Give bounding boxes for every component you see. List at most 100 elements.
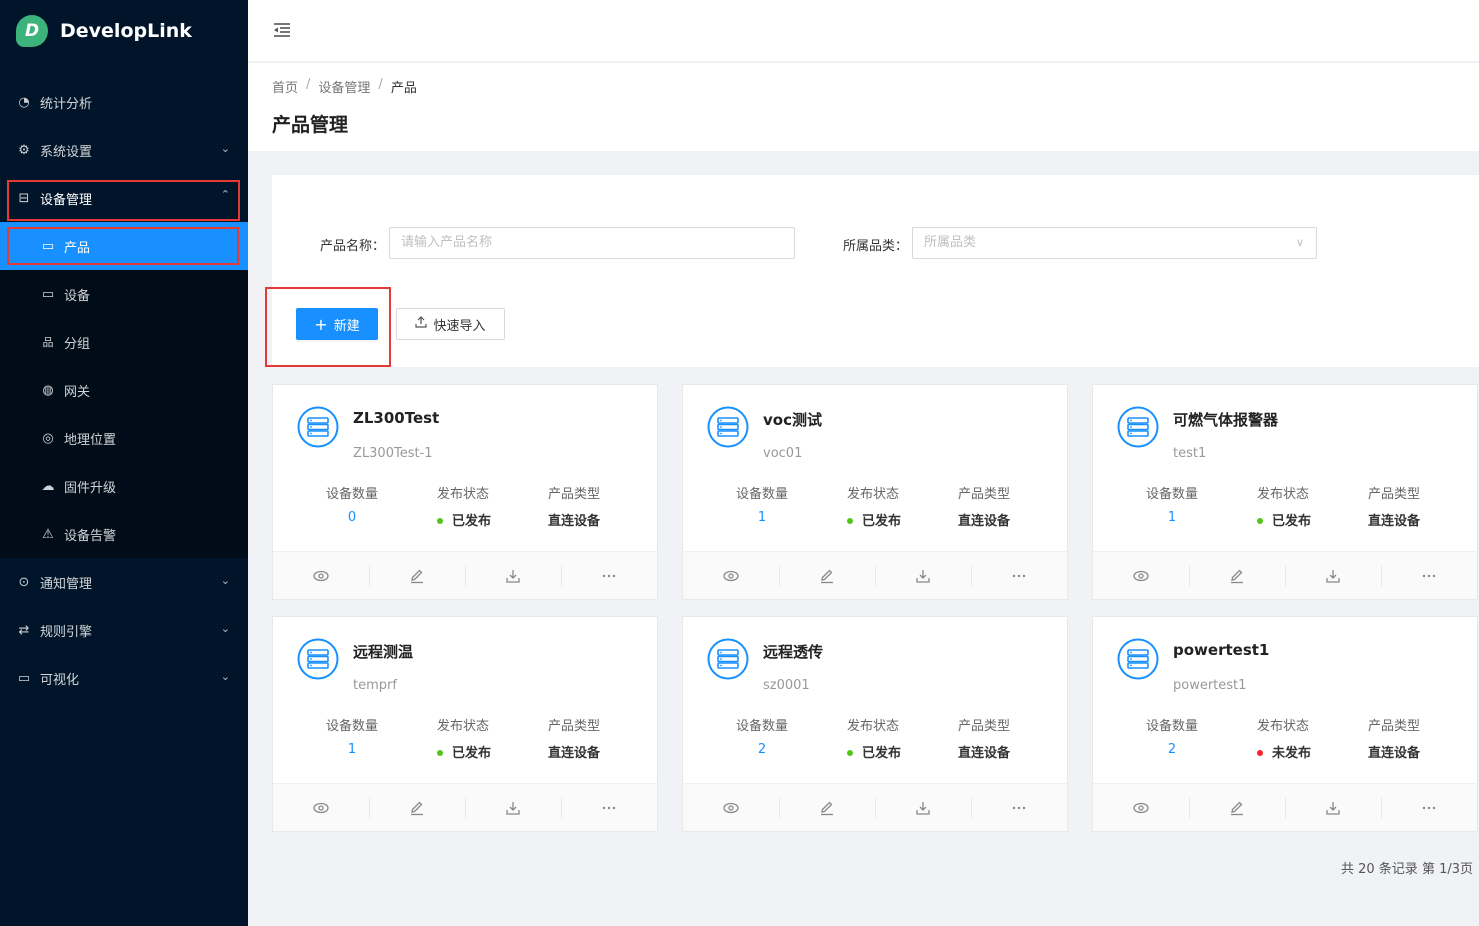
menu-item-label: 可视化 xyxy=(40,672,80,688)
eye-icon[interactable] xyxy=(683,552,779,599)
product-code: voc01 xyxy=(763,446,803,461)
category-select[interactable]: 所属品类 ∨ xyxy=(912,227,1317,259)
status-dot xyxy=(437,517,443,524)
download-icon[interactable] xyxy=(465,552,561,599)
menu-item-rule-engine[interactable]: ⇄ 规则引擎 ⌄ xyxy=(0,606,248,654)
app-logo[interactable]: D DevelopLink xyxy=(0,0,248,62)
sub-item-label: 地理位置 xyxy=(64,432,117,448)
eye-icon[interactable] xyxy=(1093,784,1189,831)
desktop-icon: ▭ xyxy=(41,286,55,302)
breadcrumb-separator: / xyxy=(306,77,311,92)
alert-icon: ⚠ xyxy=(42,526,54,542)
status-dot xyxy=(847,517,853,524)
publish-status-value: 未发布 xyxy=(1257,742,1311,761)
download-icon[interactable] xyxy=(465,784,561,831)
sub-item-label: 分组 xyxy=(64,336,91,352)
product-card[interactable]: 远程透传 sz0001 设备数量 2 发布状态 已发布 产品类型 直连设备 xyxy=(682,616,1068,832)
sub-item-group[interactable]: 品 分组 xyxy=(0,318,248,366)
edit-icon[interactable] xyxy=(369,552,465,599)
product-type-stat: 产品类型 直连设备 xyxy=(958,715,1010,761)
eye-icon[interactable] xyxy=(683,784,779,831)
publish-status-text: 已发布 xyxy=(862,514,902,529)
publish-status-stat: 发布状态 已发布 xyxy=(847,715,901,761)
eye-icon[interactable] xyxy=(273,552,369,599)
card-actions xyxy=(273,551,657,599)
product-icon xyxy=(1117,638,1159,680)
product-type-value: 直连设备 xyxy=(548,514,601,529)
stat-label: 产品类型 xyxy=(1368,487,1421,502)
upload-icon xyxy=(415,316,428,332)
product-icon xyxy=(707,406,749,448)
sub-item-device-alert[interactable]: ⚠ 设备告警 xyxy=(0,510,248,558)
download-icon[interactable] xyxy=(875,784,971,831)
product-type-value: 直连设备 xyxy=(958,514,1011,529)
device-count-value[interactable]: 1 xyxy=(1146,510,1198,525)
edit-icon[interactable] xyxy=(779,552,875,599)
breadcrumb: 首页 / 设备管理 / 产品 xyxy=(272,77,1455,96)
menu-fold-icon[interactable] xyxy=(272,20,292,40)
more-icon[interactable] xyxy=(971,552,1067,599)
eye-icon[interactable] xyxy=(273,784,369,831)
status-dot xyxy=(847,749,853,756)
sub-item-geo-location[interactable]: ◎ 地理位置 xyxy=(0,414,248,462)
sub-item-label: 固件升级 xyxy=(64,480,117,496)
category-label: 所属品类： xyxy=(843,239,909,254)
menu-item-visualization[interactable]: ▭ 可视化 ⌄ xyxy=(0,654,248,702)
card-actions xyxy=(273,783,657,831)
menu-item-notify[interactable]: ⊙ 通知管理 ⌄ xyxy=(0,558,248,606)
menu-item-stats[interactable]: ◔ 统计分析 xyxy=(0,78,248,126)
stat-label: 产品类型 xyxy=(958,487,1011,502)
card-actions xyxy=(683,783,1067,831)
device-count-stat: 设备数量 1 xyxy=(1146,483,1198,525)
download-icon[interactable] xyxy=(1285,552,1381,599)
quick-import-button[interactable]: 快速导入 xyxy=(396,308,505,340)
publish-status-stat: 发布状态 已发布 xyxy=(437,715,491,761)
product-card[interactable]: voc测试 voc01 设备数量 1 发布状态 已发布 产品类型 直连设备 xyxy=(682,384,1068,600)
sub-item-device[interactable]: ▭ 设备 xyxy=(0,270,248,318)
highlight-box-product-item xyxy=(7,227,239,265)
breadcrumb-home[interactable]: 首页 xyxy=(272,77,298,96)
product-name-input[interactable]: 请输入产品名称 xyxy=(389,227,795,259)
stat-label: 发布状态 xyxy=(847,719,900,734)
publish-status-stat: 发布状态 未发布 xyxy=(1257,715,1311,761)
product-card[interactable]: 远程测温 temprf 设备数量 1 发布状态 已发布 产品类型 直连设备 xyxy=(272,616,658,832)
menu-item-label: 规则引擎 xyxy=(40,624,93,640)
device-count-value[interactable]: 1 xyxy=(326,742,378,757)
more-icon[interactable] xyxy=(561,784,657,831)
download-icon[interactable] xyxy=(1285,784,1381,831)
stat-label: 产品类型 xyxy=(548,487,601,502)
more-icon[interactable] xyxy=(1381,552,1477,599)
more-icon[interactable] xyxy=(1381,784,1477,831)
menu-item-settings[interactable]: ⚙ 系统设置 ⌄ xyxy=(0,126,248,174)
edit-icon[interactable] xyxy=(369,784,465,831)
product-card[interactable]: ZL300Test ZL300Test-1 设备数量 0 发布状态 已发布 产品… xyxy=(272,384,658,600)
stat-label: 设备数量 xyxy=(1146,719,1199,734)
product-name: 远程测温 xyxy=(353,643,414,661)
product-icon xyxy=(707,638,749,680)
edit-icon[interactable] xyxy=(779,784,875,831)
product-name: ZL300Test xyxy=(353,409,440,427)
product-icon xyxy=(1117,406,1159,448)
more-icon[interactable] xyxy=(971,784,1067,831)
device-count-value[interactable]: 2 xyxy=(736,742,788,757)
product-card[interactable]: powertest1 powertest1 设备数量 2 发布状态 未发布 产品… xyxy=(1092,616,1478,832)
quick-import-label: 快速导入 xyxy=(433,318,486,334)
device-count-value[interactable]: 0 xyxy=(326,510,378,525)
eye-icon[interactable] xyxy=(1093,552,1189,599)
device-count-value[interactable]: 1 xyxy=(736,510,788,525)
breadcrumb-device-management[interactable]: 设备管理 xyxy=(318,77,370,96)
publish-status-text: 已发布 xyxy=(1272,514,1312,529)
edit-icon[interactable] xyxy=(1189,784,1285,831)
edit-icon[interactable] xyxy=(1189,552,1285,599)
status-dot xyxy=(1257,517,1263,524)
menu-item-label: 系统设置 xyxy=(40,144,93,160)
sub-item-gateway[interactable]: ◍ 网关 xyxy=(0,366,248,414)
more-icon[interactable] xyxy=(561,552,657,599)
product-code: ZL300Test-1 xyxy=(353,446,433,461)
product-name: powertest1 xyxy=(1173,641,1270,659)
sub-item-firmware[interactable]: ☁ 固件升级 xyxy=(0,462,248,510)
stat-label: 发布状态 xyxy=(437,487,490,502)
device-count-value[interactable]: 2 xyxy=(1146,742,1198,757)
download-icon[interactable] xyxy=(875,552,971,599)
product-card[interactable]: 可燃气体报警器 test1 设备数量 1 发布状态 已发布 产品类型 直连设备 xyxy=(1092,384,1478,600)
